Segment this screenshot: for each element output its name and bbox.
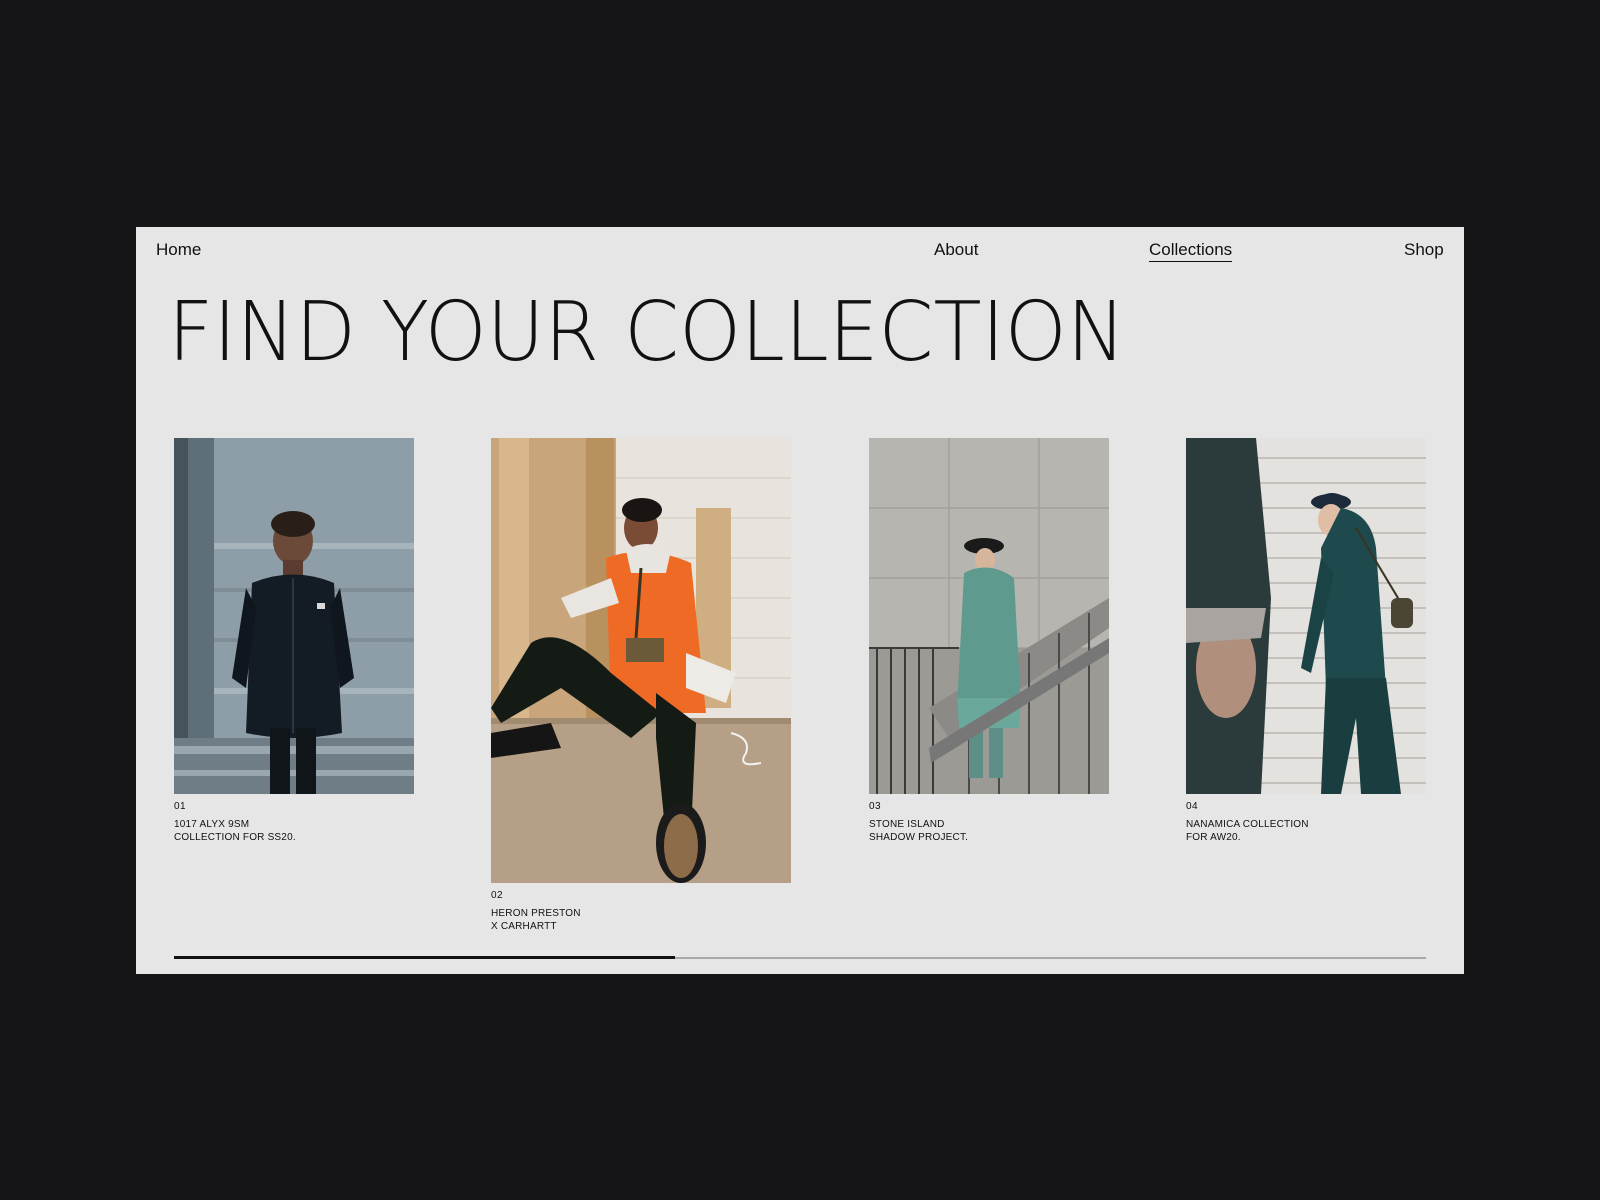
collection-number: 01 [174, 801, 187, 812]
nav-home-link[interactable]: Home [156, 239, 201, 261]
collection-title-line1: 1017 ALYX 9SM [174, 819, 250, 830]
collection-photo-4 [1186, 438, 1426, 794]
collection-photo-3 [869, 438, 1109, 794]
collection-photo-2 [491, 438, 791, 883]
collection-number: 04 [1186, 801, 1199, 812]
collection-title-line2: FOR AW20. [1186, 831, 1241, 843]
slider-progress-fill[interactable] [174, 956, 675, 959]
nav-about-link[interactable]: About [934, 239, 978, 261]
collection-title-line2: COLLECTION FOR SS20. [174, 831, 296, 843]
slider-progress-track[interactable] [174, 956, 1426, 959]
collection-title-line1: NANAMICA COLLECTION [1186, 819, 1309, 830]
page-title: FIND YOUR COLLECTION [168, 285, 1126, 380]
collection-photo-1 [174, 438, 414, 794]
collection-number: 03 [869, 801, 882, 812]
collection-title-line2: X CARHARTT [491, 920, 557, 932]
page-frame: Home About Collections Shop FIND YOUR CO… [136, 227, 1464, 974]
nav-shop-link[interactable]: Shop [1404, 239, 1444, 261]
collection-title-line1: STONE ISLAND [869, 819, 945, 830]
collection-number: 02 [491, 890, 504, 901]
nav-collections-link[interactable]: Collections [1149, 239, 1233, 262]
collection-title-line1: HERON PRESTON [491, 908, 581, 919]
collection-title-line2: SHADOW PROJECT. [869, 831, 969, 843]
